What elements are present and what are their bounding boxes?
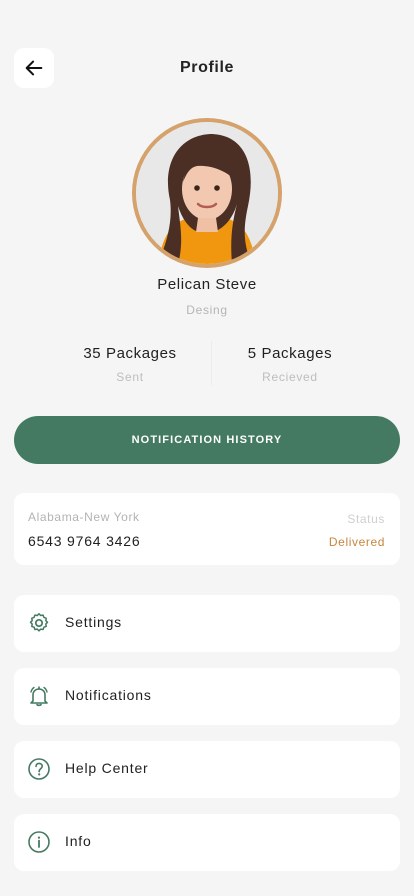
menu-item-settings[interactable]: Settings [14, 595, 400, 652]
stat-label: Recieved [262, 370, 318, 384]
stat-value: 5 Packages [247, 345, 333, 362]
stat-received: 5 Packages Recieved [210, 338, 370, 386]
menu-item-notifications[interactable]: Notifications [14, 668, 400, 725]
status-label: Status [347, 512, 385, 526]
stat-sent: 35 Packages Sent [50, 338, 210, 386]
stat-value: 35 Packages [83, 345, 177, 362]
avatar-ring [132, 118, 282, 268]
stat-divider [211, 341, 212, 385]
menu-label: Notifications [65, 687, 152, 703]
avatar-image [136, 122, 278, 264]
profile-name: Pelican Steve [157, 276, 257, 293]
tracking-number: 6543 9764 3426 [28, 533, 141, 549]
header: Profile [14, 48, 400, 88]
menu-item-info[interactable]: Info [14, 814, 400, 871]
gear-icon [29, 613, 49, 632]
profile-screen: Profile Pelican Steve Desing 35 Packages… [0, 0, 414, 896]
status-value: Delivered [328, 535, 385, 549]
bell-icon [30, 686, 48, 707]
shipment-route: Alabama-New York [28, 510, 140, 524]
menu-label: Info [65, 833, 92, 849]
menu-label: Settings [65, 614, 122, 630]
page-title: Profile [180, 59, 234, 76]
stat-label: Sent [116, 370, 144, 384]
menu-item-help-center[interactable]: Help Center [14, 741, 400, 798]
notification-history-button[interactable]: NOTIFICATION HISTORY [14, 416, 400, 464]
shipment-card[interactable]: Alabama-New York 6543 9764 3426 Status D… [14, 493, 400, 565]
info-icon [28, 831, 50, 853]
menu-label: Help Center [65, 760, 149, 776]
help-icon [28, 758, 50, 780]
profile-role: Desing [186, 303, 228, 317]
arrow-left-icon [25, 60, 43, 76]
stats-row: 35 Packages Sent 5 Packages Recieved [50, 338, 370, 386]
back-button[interactable] [14, 48, 54, 88]
avatar [136, 122, 278, 264]
